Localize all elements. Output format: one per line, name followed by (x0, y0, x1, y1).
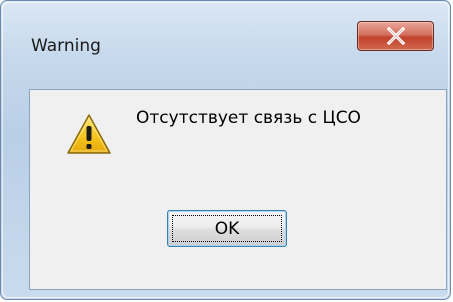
titlebar[interactable]: Warning (1, 1, 450, 89)
close-icon (386, 27, 405, 45)
dialog-content: Отсутствует связь с ЦСО OK (29, 89, 447, 290)
warning-dialog: Warning Отсутствует связь с ЦСО OK (0, 0, 451, 300)
warning-icon (67, 114, 111, 154)
close-button[interactable] (357, 21, 434, 51)
window-title: Warning (31, 36, 101, 56)
ok-button-label: OK (214, 218, 240, 239)
ok-button[interactable]: OK (167, 210, 287, 247)
warning-message: Отсутствует связь с ЦСО (136, 108, 361, 128)
